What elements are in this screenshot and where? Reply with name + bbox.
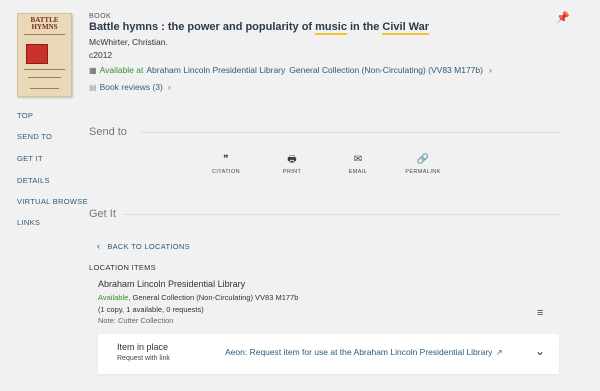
book-cover-image[interactable]: BATTLE HYMNS [17,13,72,97]
cover-illustration [26,44,48,64]
request-subtitle: Request with link [117,355,170,362]
book-reviews-link[interactable]: ▤ Book reviews (3) › [89,82,171,92]
citation-button[interactable]: ❞ CITATION [201,154,251,175]
chevron-left-icon: ‹ [97,241,101,251]
section-divider [141,132,561,133]
quote-icon: ❞ [223,154,229,165]
title-highlight: Civil War [382,21,430,35]
library-icon: ▦ [89,65,97,75]
cover-rule [28,77,61,78]
back-to-locations-button[interactable]: ‹ BACK TO LOCATIONS [97,241,190,251]
location-note: Note: Cutter Collection [98,316,174,325]
cover-rule [24,34,65,35]
email-label: EMAIL [348,169,368,175]
reviews-icon: ▤ [89,82,97,92]
location-status: Available [98,293,129,302]
send-to-heading: Send to [89,126,127,138]
cover-title: BATTLE HYMNS [30,16,59,31]
chevron-down-icon[interactable]: ⌄ [535,344,545,358]
nav-item-get-it[interactable]: GET IT [17,154,43,163]
cover-rule [24,69,65,70]
record-date: c2012 [89,50,113,60]
record-title[interactable]: Battle hymns : the power and popularity … [89,21,430,35]
chevron-right-icon: › [488,65,492,75]
citation-label: CITATION [211,169,241,175]
external-link-icon: ↗ [495,348,503,357]
location-availability: Available, General Collection (Non-Circu… [98,293,298,302]
title-part: Battle hymns : the power and popularity … [89,21,316,33]
permalink-label: PERMALINK [405,169,441,175]
reviews-label: Book reviews (3) [99,82,163,92]
record-author: McWhirter, Christian. [89,37,168,47]
nav-item-top[interactable]: TOP [17,111,33,120]
link-icon: 🔗 [416,154,430,165]
back-label: BACK TO LOCATIONS [107,241,190,251]
get-it-heading: Get It [89,208,116,220]
location-items-heading: LOCATION ITEMS [89,263,156,272]
print-button[interactable]: 🖶 PRINT [267,154,317,175]
email-button[interactable]: ✉ EMAIL [333,154,383,175]
permalink-button[interactable]: 🔗 PERMALINK [398,154,448,175]
title-highlight: music [315,21,347,35]
email-icon: ✉ [353,154,363,165]
section-divider [122,214,561,215]
request-card[interactable]: Item in place Request with link Aeon: Re… [98,334,559,374]
pin-icon[interactable]: 📌 [556,11,570,24]
availability-link[interactable]: ▦ Available at Abraham Lincoln President… [89,65,492,75]
print-label: PRINT [282,169,302,175]
aeon-request-link[interactable]: Aeon: Request item for use at the Abraha… [225,347,503,357]
nav-item-details[interactable]: DETAILS [17,176,50,185]
availability-status: Available at [99,65,144,75]
nav-item-links[interactable]: LINKS [17,218,40,227]
chevron-right-icon: › [167,82,171,92]
location-copies: (1 copy, 1 available, 0 requests) [98,305,204,314]
availability-collection: General Collection (Non-Circulating) (VV… [289,65,483,75]
location-library: Abraham Lincoln Presidential Library [98,279,246,289]
print-icon: 🖶 [287,154,297,165]
nav-item-send-to[interactable]: SEND TO [17,132,52,141]
title-part: in the [346,21,383,33]
cover-rule [30,88,59,89]
nav-item-virtual-browse[interactable]: VIRTUAL BROWSE [17,197,88,206]
availability-library: Abraham Lincoln Presidential Library [146,65,286,75]
location-collection: , General Collection (Non-Circulating) V… [128,293,299,302]
resource-type: BOOK [89,13,112,20]
aeon-link-label: Aeon: Request item for use at the Abraha… [225,347,493,357]
request-title: Item in place [117,342,169,352]
sort-icon[interactable]: ≡ [537,307,543,319]
